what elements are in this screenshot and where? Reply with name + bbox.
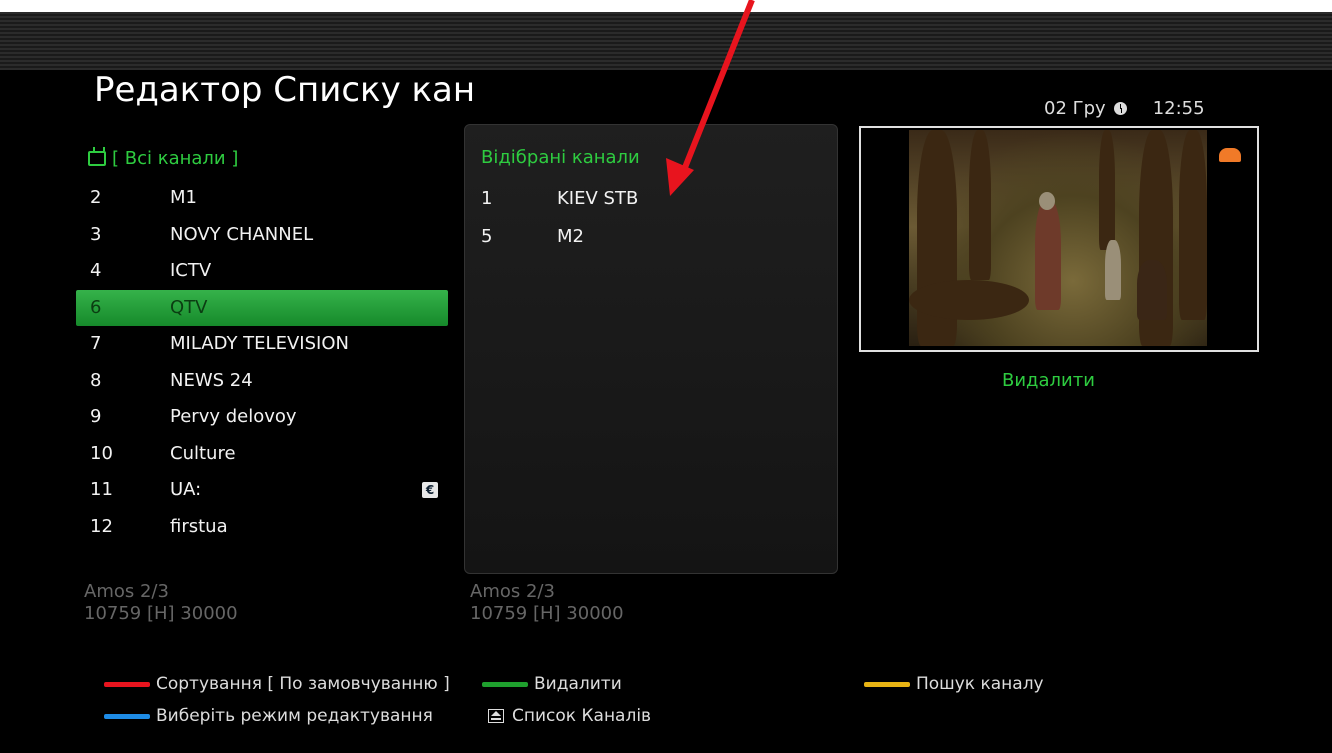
arrow-head (666, 158, 694, 196)
arrow-shaft (677, 0, 755, 182)
annotation-arrow (666, 0, 755, 196)
